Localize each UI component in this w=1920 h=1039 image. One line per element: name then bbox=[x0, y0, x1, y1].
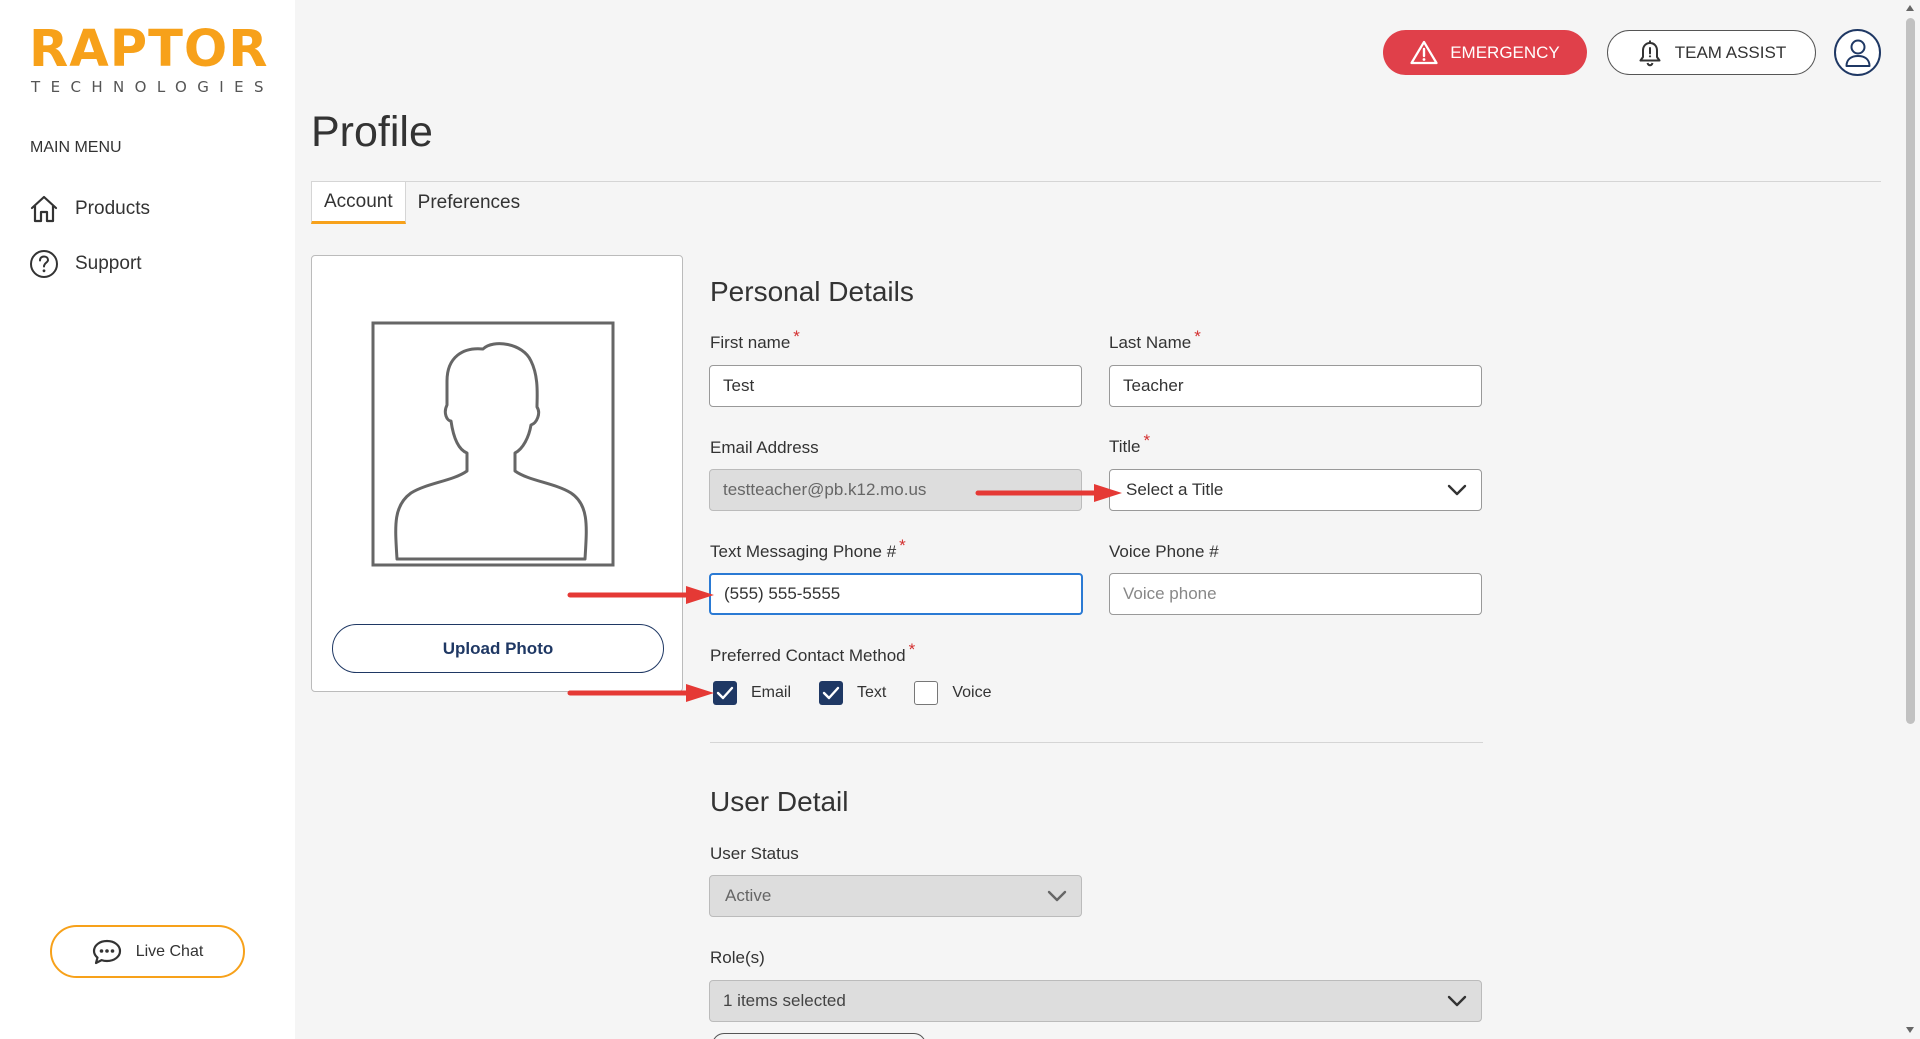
email-value: testteacher@pb.k12.mo.us bbox=[723, 480, 927, 499]
text-phone-input[interactable]: (555) 555-5555 bbox=[709, 573, 1083, 615]
user-icon bbox=[1845, 39, 1870, 67]
contact-voice-label: Voice bbox=[952, 684, 992, 701]
app: RAPTOR TECHNOLOGIES MAIN MENU Products S… bbox=[0, 0, 1920, 1039]
roles-value: 1 items selected bbox=[723, 991, 846, 1010]
emergency-label: EMERGENCY bbox=[1450, 42, 1560, 62]
live-chat-button[interactable]: Live Chat bbox=[50, 925, 245, 978]
logo-tagline: TECHNOLOGIES bbox=[31, 78, 274, 96]
profile-tabs: Account Preferences bbox=[311, 182, 532, 224]
partially-visible-button[interactable] bbox=[712, 1033, 926, 1039]
first-name-label-text: First name bbox=[710, 333, 791, 352]
contact-email-label: Email bbox=[751, 684, 792, 701]
user-status-label: User Status bbox=[710, 844, 799, 864]
personal-details-heading: Personal Details bbox=[710, 276, 914, 307]
email-label-text: Email Address bbox=[710, 438, 819, 457]
chevron-down-icon bbox=[1447, 995, 1467, 1007]
team-assist-button[interactable]: TEAM ASSIST bbox=[1607, 30, 1816, 75]
title-label: Title * bbox=[1109, 431, 1150, 457]
roles-label: Role(s) bbox=[710, 948, 765, 968]
raptor-logo[interactable]: RAPTOR TECHNOLOGIES bbox=[29, 24, 269, 96]
user-status-select: Active bbox=[709, 875, 1082, 917]
roles-label-text: Role(s) bbox=[710, 948, 765, 967]
user-status-label-text: User Status bbox=[710, 844, 799, 863]
chevron-down-icon bbox=[1447, 484, 1467, 496]
last-name-label: Last Name * bbox=[1109, 327, 1201, 353]
contact-text-label: Text bbox=[857, 684, 887, 701]
tab-preferences[interactable]: Preferences bbox=[406, 182, 532, 224]
contact-method-label: Preferred Contact Method * bbox=[710, 640, 915, 666]
required-asterisk: * bbox=[899, 536, 906, 555]
upload-photo-button[interactable]: Upload Photo bbox=[332, 624, 664, 673]
email-label: Email Address bbox=[710, 438, 819, 458]
checkbox-checked[interactable] bbox=[713, 681, 737, 705]
sidebar-item-label: Products bbox=[75, 198, 150, 219]
roles-multiselect[interactable]: 1 items selected bbox=[709, 980, 1482, 1022]
last-name-label-text: Last Name bbox=[1109, 333, 1192, 352]
last-name-input[interactable]: Teacher bbox=[1109, 365, 1482, 407]
title-label-text: Title bbox=[1109, 437, 1141, 456]
page-title: Profile bbox=[311, 108, 433, 156]
avatar-placeholder-icon bbox=[371, 321, 615, 567]
home-icon bbox=[30, 195, 58, 223]
checkmark-icon bbox=[716, 686, 734, 700]
title-divider bbox=[311, 181, 1881, 182]
contact-voice-checkbox[interactable]: Voice bbox=[914, 681, 992, 705]
contact-email-checkbox[interactable]: Email bbox=[713, 681, 791, 705]
voice-phone-placeholder: Voice phone bbox=[1123, 584, 1217, 603]
section-divider bbox=[710, 742, 1483, 743]
text-phone-label-text: Text Messaging Phone # bbox=[710, 542, 897, 561]
contact-text-checkbox[interactable]: Text bbox=[819, 681, 886, 705]
scrollbar-thumb[interactable] bbox=[1906, 18, 1915, 724]
first-name-label: First name * bbox=[710, 327, 800, 353]
text-phone-value: (555) 555-5555 bbox=[724, 584, 841, 603]
voice-phone-label: Voice Phone # bbox=[1109, 542, 1219, 562]
team-assist-label: TEAM ASSIST bbox=[1674, 42, 1787, 62]
user-status-value: Active bbox=[725, 886, 772, 905]
voice-phone-input[interactable]: Voice phone bbox=[1109, 573, 1482, 615]
last-name-value: Teacher bbox=[1123, 376, 1184, 395]
sidebar-item-products[interactable]: Products bbox=[29, 194, 150, 224]
warning-triangle-icon bbox=[1410, 40, 1438, 65]
question-circle-icon bbox=[30, 250, 58, 278]
chevron-down-icon bbox=[1047, 890, 1067, 902]
page-scrollbar[interactable] bbox=[1900, 0, 1920, 1039]
annotation-arrow-title bbox=[975, 484, 1122, 502]
sidebar-item-label: Support bbox=[75, 253, 142, 274]
contact-method-options: Email Text Voice bbox=[713, 681, 1020, 705]
title-select-value: Select a Title bbox=[1126, 480, 1224, 499]
required-asterisk: * bbox=[793, 327, 800, 346]
checkbox-checked[interactable] bbox=[819, 681, 844, 705]
user-avatar-button[interactable] bbox=[1834, 29, 1881, 76]
required-asterisk: * bbox=[908, 640, 916, 659]
required-asterisk: * bbox=[1194, 327, 1201, 346]
chat-bubble-icon bbox=[92, 939, 121, 964]
title-select[interactable]: Select a Title bbox=[1109, 469, 1482, 511]
scroll-up-arrow-icon[interactable] bbox=[1905, 4, 1915, 12]
checkbox-unchecked[interactable] bbox=[914, 681, 939, 705]
annotation-arrow-text-phone bbox=[567, 586, 714, 604]
tab-account[interactable]: Account bbox=[311, 182, 406, 224]
emergency-button[interactable]: EMERGENCY bbox=[1383, 30, 1587, 75]
first-name-input[interactable]: Test bbox=[709, 365, 1082, 407]
user-detail-heading: User Detail bbox=[710, 786, 849, 817]
annotation-arrow-contact-method bbox=[567, 684, 714, 702]
text-phone-label: Text Messaging Phone # * bbox=[710, 536, 906, 562]
contact-method-label-text: Preferred Contact Method bbox=[710, 646, 906, 665]
checkmark-icon bbox=[822, 686, 840, 700]
live-chat-label: Live Chat bbox=[135, 942, 204, 960]
scroll-down-arrow-icon[interactable] bbox=[1905, 1026, 1915, 1034]
first-name-value: Test bbox=[723, 376, 755, 395]
voice-phone-label-text: Voice Phone # bbox=[1109, 542, 1219, 561]
logo-wordmark: RAPTOR bbox=[29, 20, 269, 79]
sidebar: RAPTOR TECHNOLOGIES MAIN MENU Products S… bbox=[0, 0, 295, 1039]
required-asterisk: * bbox=[1143, 431, 1151, 450]
main-menu-heading: MAIN MENU bbox=[30, 139, 122, 156]
sidebar-item-support[interactable]: Support bbox=[29, 249, 142, 279]
bell-alert-icon bbox=[1639, 40, 1661, 66]
photo-card: Upload Photo bbox=[311, 255, 683, 692]
